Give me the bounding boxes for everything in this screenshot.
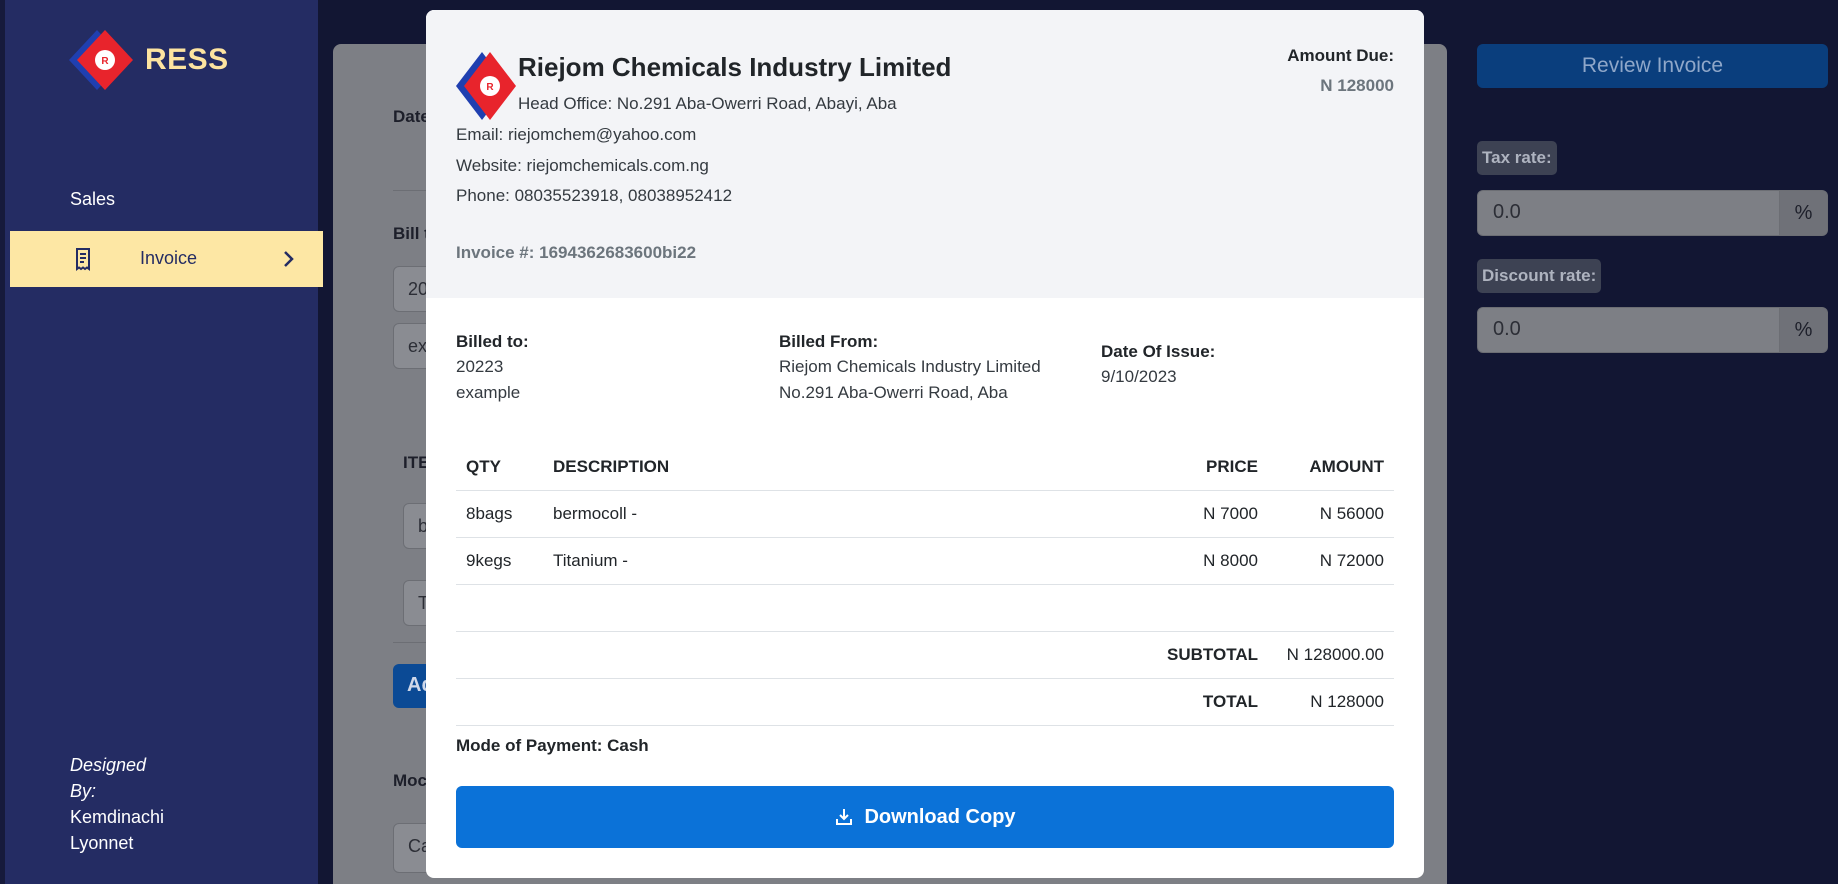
credit-line: By:: [70, 781, 97, 801]
credit-name: Kemdinachi: [70, 807, 165, 827]
subtotal-row: SUBTOTAL N 128000.00: [456, 632, 1394, 679]
billed-to-line: example: [456, 383, 521, 402]
table-spacer-row: [456, 585, 1394, 632]
credit-line: Designed: [70, 755, 147, 775]
column-header-price: PRICE: [1206, 457, 1258, 476]
mode-of-payment-label: Moc: [393, 771, 427, 790]
company-email: Email: riejomchem@yahoo.com: [456, 125, 697, 144]
sidebar-section-sales[interactable]: Sales: [70, 189, 115, 210]
total-label: TOTAL: [1202, 692, 1258, 711]
invoice-number: Invoice #: 1694362683600bi22: [456, 243, 697, 262]
billed-from-line: Riejom Chemicals Industry Limited: [779, 357, 1041, 376]
designer-credit: Designed By: Kemdinachi Lyonnet: [70, 752, 164, 856]
sidebar: R RESS Sales Invoice Designed By: Kemdin…: [0, 0, 323, 884]
table-header-row: QTY DESCRIPTION PRICE AMOUNT: [456, 444, 1394, 491]
invoice-header: R Riejom Chemicals Industry Limited Head…: [426, 10, 1424, 298]
receipt-icon: [76, 248, 90, 271]
amount-due-value: N 128000: [1320, 76, 1394, 95]
total-value: N 128000: [1310, 692, 1384, 711]
item-qty: 8bags: [466, 504, 513, 523]
column-header-amount: AMOUNT: [1309, 457, 1384, 476]
tax-rate-label: Tax rate:: [1477, 141, 1557, 175]
date-label: Date: [393, 107, 430, 126]
table-row: 9kegs Titanium - N 8000 N 72000: [456, 538, 1394, 585]
review-invoice-button[interactable]: Review Invoice: [1477, 44, 1828, 88]
company-logo-icon: R: [456, 52, 516, 120]
credit-name: Lyonnet: [70, 833, 134, 853]
item-amount: N 56000: [1319, 504, 1384, 523]
download-copy-button[interactable]: Download Copy: [456, 786, 1394, 848]
total-row: TOTAL N 128000: [456, 679, 1394, 726]
sidebar-item-label: Invoice: [140, 248, 198, 268]
item-description: bermocoll -: [553, 504, 638, 523]
discount-rate-label: Discount rate:: [1477, 259, 1602, 293]
date-of-issue-value: 9/10/2023: [1101, 367, 1177, 386]
mode-of-payment: Mode of Payment: Cash: [456, 736, 649, 755]
discount-rate-group: 0.0 %: [1477, 307, 1828, 353]
ress-logo-icon: R: [69, 30, 133, 90]
brand[interactable]: R RESS: [67, 28, 229, 92]
tax-rate-group: 0.0 %: [1477, 190, 1828, 236]
items-table: QTY DESCRIPTION PRICE AMOUNT 8bags bermo…: [456, 444, 1394, 726]
billed-to-label: Billed to:: [456, 332, 529, 351]
percent-suffix: %: [1780, 307, 1828, 353]
column-header-description: DESCRIPTION: [553, 457, 670, 476]
chevron-right-icon: [284, 251, 294, 267]
download-copy-label: Download Copy: [864, 805, 1016, 828]
column-header-qty: QTY: [466, 457, 501, 476]
billed-from-label: Billed From:: [779, 332, 879, 351]
date-of-issue-label: Date Of Issue:: [1101, 342, 1216, 361]
company-phone: Phone: 08035523918, 08038952412: [456, 186, 733, 205]
item-qty: 9kegs: [466, 551, 512, 570]
percent-suffix: %: [1780, 190, 1828, 236]
subtotal-value: N 128000.00: [1286, 645, 1384, 664]
company-name: Riejom Chemicals Industry Limited: [518, 52, 952, 82]
download-icon: [836, 809, 853, 825]
tax-rate-input[interactable]: 0.0: [1477, 190, 1780, 236]
discount-rate-input[interactable]: 0.0: [1477, 307, 1780, 353]
billed-from-line: No.291 Aba-Owerri Road, Aba: [779, 383, 1008, 402]
company-website: Website: riejomchemicals.com.ng: [456, 156, 709, 175]
brand-name: RESS: [145, 43, 229, 76]
amount-due-label: Amount Due:: [1287, 46, 1394, 65]
item-description: Titanium -: [553, 551, 628, 570]
svg-text:R: R: [486, 82, 494, 93]
item-amount: N 72000: [1319, 551, 1384, 570]
billed-to-line: 20223: [456, 357, 504, 376]
svg-text:R: R: [101, 56, 109, 67]
sidebar-item-invoice[interactable]: Invoice: [10, 231, 323, 287]
head-office: Head Office: No.291 Aba-Owerri Road, Aba…: [518, 94, 897, 113]
item-price: N 7000: [1203, 504, 1258, 523]
bill-to-label: Bill t: [393, 224, 430, 243]
table-row: 8bags bermocoll - N 7000 N 56000: [456, 491, 1394, 538]
invoice-preview-modal: R Riejom Chemicals Industry Limited Head…: [426, 10, 1424, 878]
item-price: N 8000: [1203, 551, 1258, 570]
subtotal-label: SUBTOTAL: [1167, 645, 1258, 664]
